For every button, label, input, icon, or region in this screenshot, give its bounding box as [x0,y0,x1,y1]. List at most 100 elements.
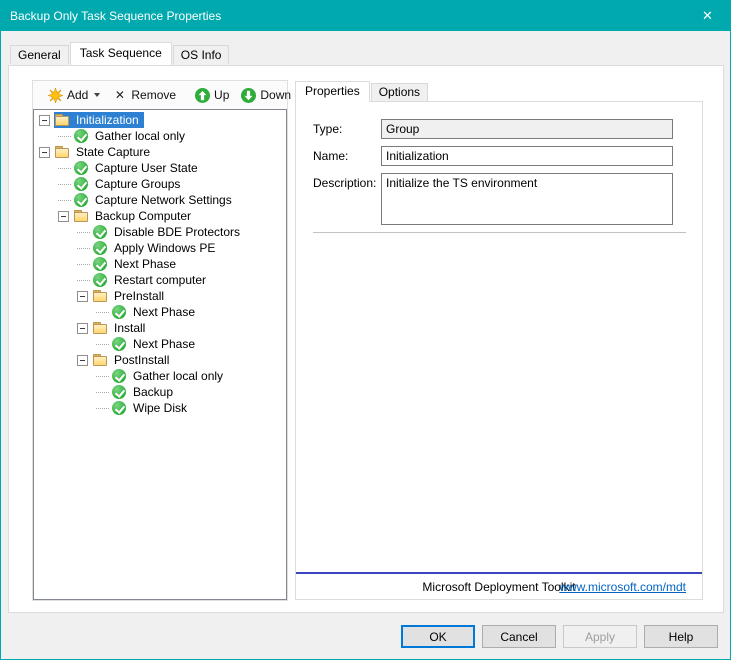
tree-item[interactable]: Gather local only [34,128,286,144]
tree-item[interactable]: Restart computer [34,272,286,288]
type-row: Type: [313,119,686,139]
tab-os-info[interactable]: OS Info [173,45,230,64]
step-check-icon [93,257,108,271]
main-tabstrip: General Task Sequence OS Info [10,42,230,64]
add-button[interactable]: Add [42,84,106,107]
step-check-icon [74,177,89,191]
tree-item-label: Install [111,320,148,336]
tree-item[interactable]: Apply Windows PE [34,240,286,256]
down-arrow-icon [241,88,256,103]
tree-connector [58,168,71,169]
branding-footer: Microsoft Deployment Toolkit www.microso… [296,572,702,599]
tree-item-label: Backup Computer [92,208,194,224]
step-check-icon [112,305,127,319]
up-label: Up [214,88,229,102]
tree-item-label: Initialization [73,112,142,128]
step-check-icon [112,401,127,415]
folder-icon [55,113,70,127]
tree-connector [58,200,71,201]
tree-item-label: Disable BDE Protectors [111,224,243,240]
collapse-icon[interactable] [39,147,50,158]
dropdown-caret-icon [94,93,100,97]
help-button[interactable]: Help [644,625,718,648]
tree-item-label: Capture User State [92,160,201,176]
left-panel: Add ✕ Remove Up [32,80,288,601]
tree-item-label: Apply Windows PE [111,240,218,256]
tab-properties[interactable]: Properties [295,81,370,102]
cancel-button[interactable]: Cancel [482,625,556,648]
folder-icon [93,289,108,303]
mdt-link[interactable]: www.microsoft.com/mdt [559,580,686,594]
tree-item-label: PostInstall [111,352,172,368]
step-check-icon [93,241,108,255]
step-check-icon [112,369,127,383]
name-label: Name: [313,149,381,163]
tree-item[interactable]: Next Phase [34,256,286,272]
tab-general[interactable]: General [10,45,69,64]
tab-options[interactable]: Options [371,83,428,101]
tree-item[interactable]: Capture User State [34,160,286,176]
tree-connector [77,264,90,265]
tree-item[interactable]: Disable BDE Protectors [34,224,286,240]
task-sequence-tree: Initialization Gather local only State C… [33,109,287,600]
tree-connector [96,392,109,393]
tab-task-sequence[interactable]: Task Sequence [70,42,172,65]
tree-item-label: State Capture [73,144,153,160]
add-star-icon [48,88,63,103]
right-panel: Properties Options Type: Name: [295,80,703,600]
tree-item-label: Next Phase [111,256,179,272]
dialog-window: Backup Only Task Sequence Properties ✕ G… [0,0,731,660]
step-check-icon [74,129,89,143]
collapse-icon[interactable] [58,211,69,222]
collapse-icon[interactable] [77,323,88,334]
step-check-icon [74,193,89,207]
tree-item-label: Wipe Disk [130,400,190,416]
tree-item-label: Restart computer [111,272,209,288]
tree-item[interactable]: Initialization [34,112,286,128]
tree-item-label: Capture Network Settings [92,192,235,208]
add-label: Add [67,88,88,102]
tree-item[interactable]: PreInstall [34,288,286,304]
window-title: Backup Only Task Sequence Properties [1,9,685,23]
tree-item-label: Gather local only [92,128,188,144]
tree-toolbar: Add ✕ Remove Up [33,81,287,109]
tree-item[interactable]: Next Phase [34,336,286,352]
tree-item-label: Backup [130,384,176,400]
down-button[interactable]: Down [235,84,297,107]
type-field[interactable] [381,119,673,139]
tree-connector [96,376,109,377]
tree-item[interactable]: Gather local only [34,368,286,384]
titlebar: Backup Only Task Sequence Properties ✕ [1,1,730,31]
tree-item[interactable]: Wipe Disk [34,400,286,416]
remove-button[interactable]: ✕ Remove [106,84,182,107]
tree-item[interactable]: Next Phase [34,304,286,320]
close-button[interactable]: ✕ [685,1,730,31]
tree-connector [77,248,90,249]
dialog-body: General Task Sequence OS Info Add [1,31,730,659]
collapse-icon[interactable] [77,291,88,302]
tree-item[interactable]: Backup [34,384,286,400]
tree-item-label: Gather local only [130,368,226,384]
tree-item[interactable]: State Capture [34,144,286,160]
step-check-icon [112,337,127,351]
apply-button[interactable]: Apply [563,625,637,648]
tree-item[interactable]: Install [34,320,286,336]
name-field[interactable] [381,146,673,166]
properties-fields: Type: Name: Description: Initialize the … [296,102,702,234]
tree-item[interactable]: Capture Network Settings [34,192,286,208]
description-field[interactable]: Initialize the TS environment [381,173,673,225]
folder-icon [93,321,108,335]
tree-item[interactable]: Backup Computer [34,208,286,224]
tree-item[interactable]: PostInstall [34,352,286,368]
folder-icon [93,353,108,367]
tree-connector [58,184,71,185]
ok-button[interactable]: OK [401,625,475,648]
collapse-icon[interactable] [39,115,50,126]
tree-item-label: Next Phase [130,336,198,352]
up-button[interactable]: Up [189,84,235,107]
tree-connector [96,408,109,409]
task-sequence-tab-page: Add ✕ Remove Up [8,65,724,613]
tree-item[interactable]: Capture Groups [34,176,286,192]
collapse-icon[interactable] [77,355,88,366]
tree-connector [58,136,71,137]
